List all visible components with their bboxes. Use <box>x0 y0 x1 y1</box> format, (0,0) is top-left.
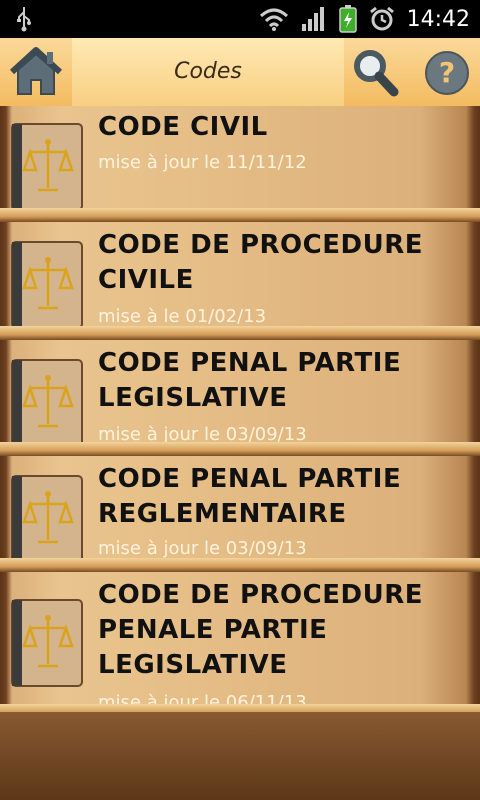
wifi-icon <box>259 8 288 31</box>
alarm-icon <box>369 6 394 31</box>
list-item[interactable]: CODE DE PROCEDURE PENALE PARTIE LEGISLAT… <box>0 572 480 718</box>
bookcase-bottom <box>0 712 480 800</box>
list-item[interactable]: CODE DE PROCEDURE CIVILE mise à le 01/02… <box>0 222 480 340</box>
clock-time: 14:42 <box>406 6 470 32</box>
status-bar: 14:42 <box>0 0 480 38</box>
page-title: Codes <box>174 59 242 84</box>
list-item[interactable]: CODE PENAL PARTIE REGLEMENTAIRE mise à j… <box>0 456 480 572</box>
code-title: CODE DE PROCEDURE PENALE PARTIE LEGISLAT… <box>98 580 423 680</box>
signal-icon <box>301 7 324 31</box>
shelf-board <box>0 208 480 222</box>
code-title: CODE DE PROCEDURE CIVILE <box>98 230 423 295</box>
search-icon[interactable] <box>350 44 400 100</box>
list-item[interactable]: CODE CIVIL mise à jour le 11/11/12 <box>0 106 480 222</box>
law-book-icon <box>11 599 83 687</box>
svg-text:?: ? <box>439 56 455 89</box>
law-book-icon <box>11 241 83 329</box>
code-update-date: mise à le 01/02/13 <box>98 306 267 327</box>
shelf-board <box>0 442 480 456</box>
law-book-icon <box>11 475 83 563</box>
codes-list: CODE CIVIL mise à jour le 11/11/12 CODE … <box>0 106 480 800</box>
shelf-board <box>0 326 480 340</box>
law-book-icon <box>11 359 83 447</box>
action-bar: Codes ? <box>0 38 480 108</box>
code-title: CODE CIVIL <box>98 112 268 142</box>
list-item[interactable]: CODE PENAL PARTIE LEGISLATIVE mise à jou… <box>0 340 480 456</box>
shelf-board <box>0 558 480 572</box>
home-icon[interactable] <box>6 44 66 100</box>
code-title: CODE PENAL PARTIE LEGISLATIVE <box>98 348 402 413</box>
usb-icon <box>17 7 31 32</box>
code-title: CODE PENAL PARTIE REGLEMENTAIRE <box>98 464 402 529</box>
battery-charging-icon <box>338 5 357 33</box>
code-update-date: mise à jour le 11/11/12 <box>98 152 307 173</box>
help-icon[interactable]: ? <box>424 50 470 96</box>
law-book-icon <box>11 123 83 211</box>
code-update-date: mise à jour le 03/09/13 <box>98 538 307 559</box>
